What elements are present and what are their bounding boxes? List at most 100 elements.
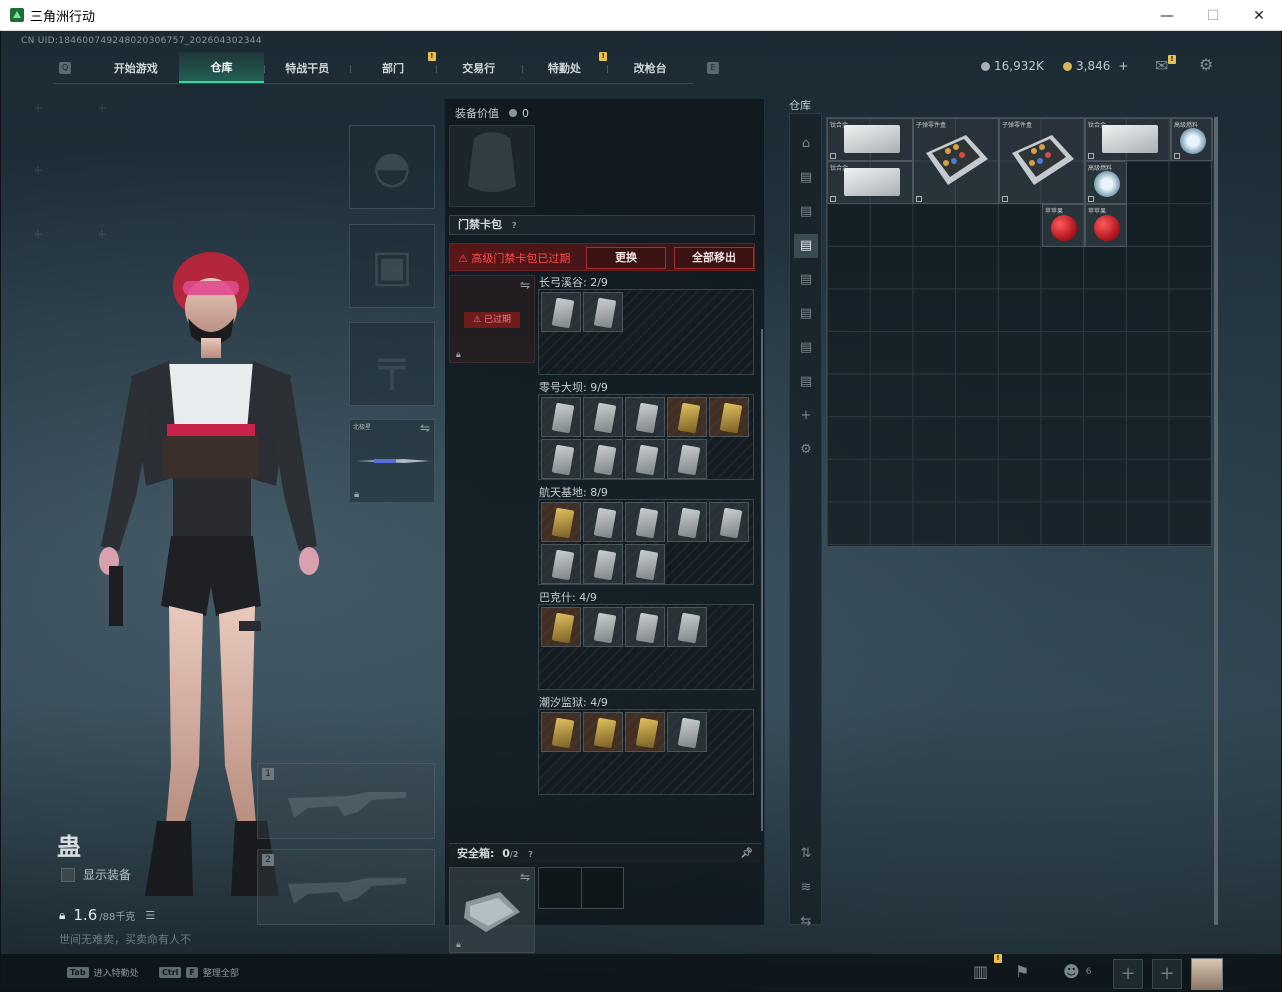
middle-scrollbar[interactable]	[761, 329, 763, 831]
show-equipment-toggle[interactable]: 显示装备	[61, 866, 131, 883]
warehouse-tab-7-icon[interactable]: ▤	[794, 370, 818, 394]
keycard-item[interactable]	[625, 607, 665, 647]
keycard-item[interactable]	[625, 502, 665, 542]
keycard-item[interactable]	[541, 439, 581, 479]
warehouse-tab-1-icon[interactable]: ▤	[794, 166, 818, 190]
keycard-item[interactable]	[625, 439, 665, 479]
keycard-item[interactable]	[541, 544, 581, 584]
stats-icon[interactable]: ▥	[973, 962, 988, 981]
keycase-slot[interactable]: ⇋ ⚠ 已过期 🔒︎	[449, 275, 535, 363]
keycard-item[interactable]	[541, 712, 581, 752]
add-currency-button[interactable]: +	[1118, 59, 1128, 73]
warehouse-tab-5-icon[interactable]: ▤	[794, 302, 818, 326]
safebox-grid[interactable]	[538, 867, 624, 909]
nav-next-button[interactable]: E	[707, 62, 719, 74]
keycard-item[interactable]	[583, 607, 623, 647]
keycard-item[interactable]	[541, 397, 581, 437]
operator-name: 蛊	[57, 833, 81, 861]
keycard-item[interactable]	[583, 544, 623, 584]
tab-warehouse[interactable]: 仓库	[178, 52, 265, 83]
keycard-item[interactable]	[583, 502, 623, 542]
invite-slot-button[interactable]: +	[1113, 959, 1143, 989]
trilogy-coin-balance[interactable]: 3,846 +	[1063, 59, 1128, 73]
warehouse-item[interactable]: 高级燃料	[1171, 118, 1213, 161]
safebox-slot[interactable]: ⇋ 🔒︎	[449, 867, 535, 953]
warehouse-item[interactable]: 钛合金	[827, 161, 913, 204]
warehouse-tab-4-icon[interactable]: ▤	[794, 268, 818, 292]
map-label-prison: 潮汐监狱: 4/9	[539, 696, 608, 709]
keycard-item[interactable]	[667, 712, 707, 752]
warehouse-grid[interactable]: 钛合金 钛合金 子弹零件盒 子弹零件盒 钛合金 高级燃料 高级燃料 苹苹果 苹苹…	[826, 117, 1213, 547]
tab-trading[interactable]: 交易行	[435, 52, 522, 83]
warehouse-tab-2-icon[interactable]: ▤	[794, 200, 818, 224]
tab-special-ops[interactable]: 特勤处 !	[521, 52, 608, 83]
keycard-item[interactable]	[667, 439, 707, 479]
friends-icon[interactable]: ☻ 6	[1063, 962, 1091, 981]
nav-prev-button[interactable]: Q	[59, 62, 71, 74]
pistol-slot[interactable]: ╤	[349, 322, 435, 406]
tab-gunsmith[interactable]: 改枪台	[607, 52, 693, 83]
warehouse-item[interactable]: 苹苹果	[1085, 204, 1127, 247]
tab-department[interactable]: 部门 !	[350, 52, 436, 83]
hint-organize[interactable]: Ctrl F 整理全部	[159, 966, 239, 979]
keycard-item[interactable]	[667, 397, 707, 437]
keycard-item[interactable]	[541, 607, 581, 647]
close-button[interactable]: ✕	[1236, 0, 1282, 31]
hafcoin-balance[interactable]: 16,932K	[981, 59, 1044, 73]
add-tab-icon[interactable]: +	[794, 404, 818, 428]
warehouse-item[interactable]: 子弹零件盒	[913, 118, 999, 204]
layers-icon[interactable]: ≋	[794, 876, 818, 900]
warehouse-scrollbar[interactable]	[1214, 117, 1218, 925]
warehouse-item[interactable]: 苹苹果	[1042, 204, 1085, 247]
warehouse-item[interactable]: 钛合金	[1085, 118, 1171, 161]
keycard-item[interactable]	[625, 712, 665, 752]
maximize-button[interactable]: ☐	[1190, 0, 1236, 31]
avatar[interactable]	[1191, 958, 1223, 990]
warehouse-tab-6-icon[interactable]: ▤	[794, 336, 818, 360]
tab-operators[interactable]: 特战干员	[264, 52, 350, 83]
primary-weapon-slot-1[interactable]: 1	[257, 763, 435, 839]
replace-button[interactable]: 更换	[586, 247, 666, 269]
help-icon[interactable]: ?	[512, 221, 517, 230]
armor-slot[interactable]: ▣	[349, 224, 435, 308]
keycard-item[interactable]	[709, 502, 749, 542]
hint-special-ops[interactable]: Tab 进入特勤处	[67, 966, 139, 979]
show-equipment-checkbox[interactable]	[61, 867, 75, 882]
melee-slot[interactable]: 北极星 ⇋ 🔒︎	[349, 419, 435, 503]
flag-icon[interactable]: ⚑	[1015, 962, 1029, 981]
sort-icon[interactable]: ⇅	[794, 842, 818, 866]
swap-icon[interactable]: ⇋	[420, 421, 430, 435]
keycard-item[interactable]	[583, 397, 623, 437]
keycard-item[interactable]	[583, 292, 623, 332]
gear-icon[interactable]: ⚙	[1199, 55, 1213, 74]
help-icon[interactable]: ?	[528, 850, 533, 859]
warehouse-item[interactable]: 高级燃料	[1085, 161, 1127, 204]
keycard-item[interactable]	[583, 712, 623, 752]
warehouse-item[interactable]: 子弹零件盒	[999, 118, 1085, 204]
pin-icon[interactable]: 📌︎	[740, 844, 753, 864]
warehouse-tab-all-icon[interactable]: ⌂	[794, 132, 818, 156]
mail-icon[interactable]: ✉	[1155, 56, 1168, 75]
tab-start-game[interactable]: 开始游戏	[93, 52, 179, 83]
minimize-button[interactable]: —	[1144, 0, 1190, 31]
remove-all-button[interactable]: 全部移出	[674, 247, 754, 269]
transfer-icon[interactable]: ⇆	[794, 910, 818, 934]
list-icon[interactable]: ☰	[145, 909, 155, 922]
keycard-item[interactable]	[541, 502, 581, 542]
keycard-item[interactable]	[625, 397, 665, 437]
warehouse-tab-3-icon[interactable]: ▤	[794, 234, 818, 258]
keycard-item[interactable]	[709, 397, 749, 437]
keycard-item[interactable]	[667, 607, 707, 647]
primary-weapon-slot-2[interactable]: 2	[257, 849, 435, 925]
swap-icon[interactable]: ⇋	[520, 870, 530, 884]
swap-icon[interactable]: ⇋	[520, 278, 530, 292]
keycard-item[interactable]	[667, 502, 707, 542]
keycard-item[interactable]	[625, 544, 665, 584]
warehouse-item[interactable]: 钛合金	[827, 118, 913, 161]
helmet-slot[interactable]: ◓	[349, 125, 435, 209]
gear-icon[interactable]: ⚙	[794, 438, 818, 462]
keycard-item[interactable]	[541, 292, 581, 332]
backpack-slot[interactable]	[449, 125, 535, 207]
keycard-item[interactable]	[583, 439, 623, 479]
invite-slot-button[interactable]: +	[1152, 959, 1182, 989]
